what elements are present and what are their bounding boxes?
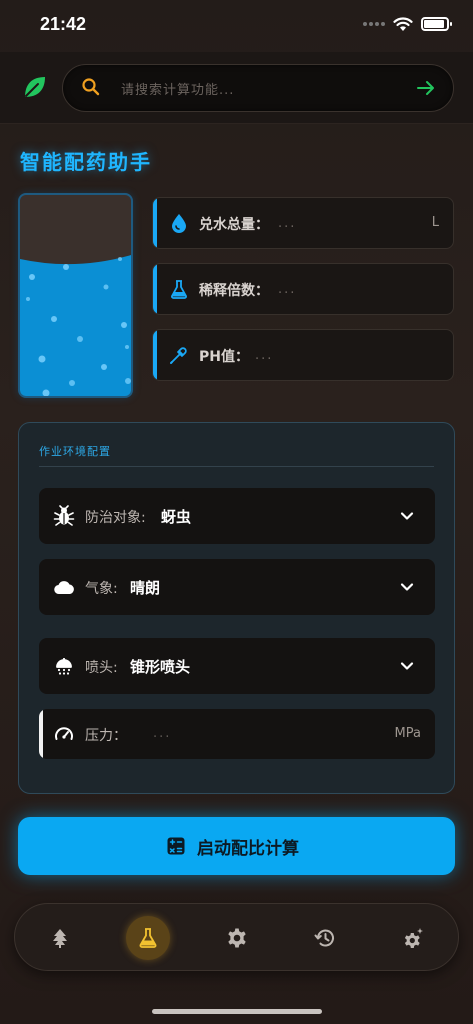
nozzle-value: 锥形喷头: [130, 658, 191, 676]
status-time: 21:42: [40, 14, 87, 34]
liquid-beaker: [18, 193, 133, 398]
chevron-down-icon: [400, 512, 414, 520]
nozzle-label: 喷头:: [85, 660, 118, 676]
weather-label: 气象:: [85, 581, 118, 597]
water-drop-icon: [172, 214, 186, 233]
flask-icon: [171, 280, 187, 299]
water-total-value: ...: [278, 216, 297, 231]
start-calculation-label: 启动配比计算: [197, 839, 299, 859]
dilution-value: ...: [278, 282, 297, 297]
ph-label: PH值：: [199, 349, 249, 365]
water-total-label: 兑水总量：: [199, 217, 269, 233]
target-label: 防治对象:: [85, 510, 146, 526]
pressure-unit: MPa: [394, 726, 421, 741]
water-total-unit: L: [431, 215, 439, 230]
gear-sparkle-icon: [404, 928, 423, 948]
water-total-card[interactable]: 兑水总量： ... L: [152, 197, 454, 249]
pressure-label: 压力：: [85, 728, 127, 744]
nozzle-select[interactable]: 喷头: 锥形喷头: [39, 638, 435, 694]
start-calculation-button[interactable]: 启动配比计算: [18, 817, 455, 875]
header: [0, 52, 473, 124]
search-bar[interactable]: [62, 64, 454, 112]
leaf-logo-icon: [25, 77, 45, 97]
cloud-icon: [54, 581, 74, 595]
weather-value: 晴朗: [130, 579, 161, 597]
weather-select[interactable]: 气象: 晴朗: [39, 559, 435, 615]
liquid-illustration: [20, 255, 131, 396]
tab-advanced-settings[interactable]: [392, 916, 436, 960]
tab-settings[interactable]: [215, 916, 259, 960]
ph-card[interactable]: PH值： ...: [152, 329, 454, 381]
divider: [39, 466, 434, 467]
chevron-down-icon: [400, 583, 414, 591]
signal-icon: [363, 22, 385, 26]
gear-icon: [228, 928, 246, 948]
shower-icon: [56, 658, 72, 675]
tree-icon: [53, 929, 67, 948]
home-indicator[interactable]: [152, 1009, 322, 1014]
pressure-value: ...: [153, 726, 172, 741]
page-title: 智能配药助手: [20, 150, 152, 174]
history-icon: [314, 929, 334, 947]
pressure-field[interactable]: 压力： ... MPa: [39, 709, 435, 759]
dilution-label: 稀释倍数：: [199, 283, 269, 299]
chevron-down-icon: [400, 662, 414, 670]
tab-tree[interactable]: [38, 916, 82, 960]
bottom-tab-bar: [14, 903, 459, 971]
bug-icon: [53, 505, 75, 526]
battery-icon: [421, 17, 452, 31]
target-select[interactable]: 防治对象: 蚜虫: [39, 488, 435, 544]
tab-history[interactable]: [303, 916, 347, 960]
wifi-icon: [393, 17, 413, 31]
arrow-right-icon[interactable]: [415, 77, 437, 99]
status-icons: [363, 16, 452, 32]
target-value: 蚜虫: [161, 508, 192, 526]
search-icon: [82, 78, 100, 96]
flask-icon: [139, 928, 157, 948]
gauge-icon: [55, 727, 73, 740]
search-input[interactable]: [121, 79, 401, 101]
dropper-icon: [170, 347, 187, 364]
env-config-title: 作业环境配置: [39, 445, 111, 458]
dilution-card[interactable]: 稀释倍数： ...: [152, 263, 454, 315]
calculator-icon: [167, 837, 185, 855]
ph-value: ...: [255, 348, 274, 363]
tab-flask[interactable]: [126, 916, 170, 960]
env-config-panel: 作业环境配置 防治对象: 蚜虫 气象: 晴朗 喷头: 锥形喷头 压力： ... …: [18, 422, 455, 794]
status-bar: 21:42: [0, 0, 473, 52]
